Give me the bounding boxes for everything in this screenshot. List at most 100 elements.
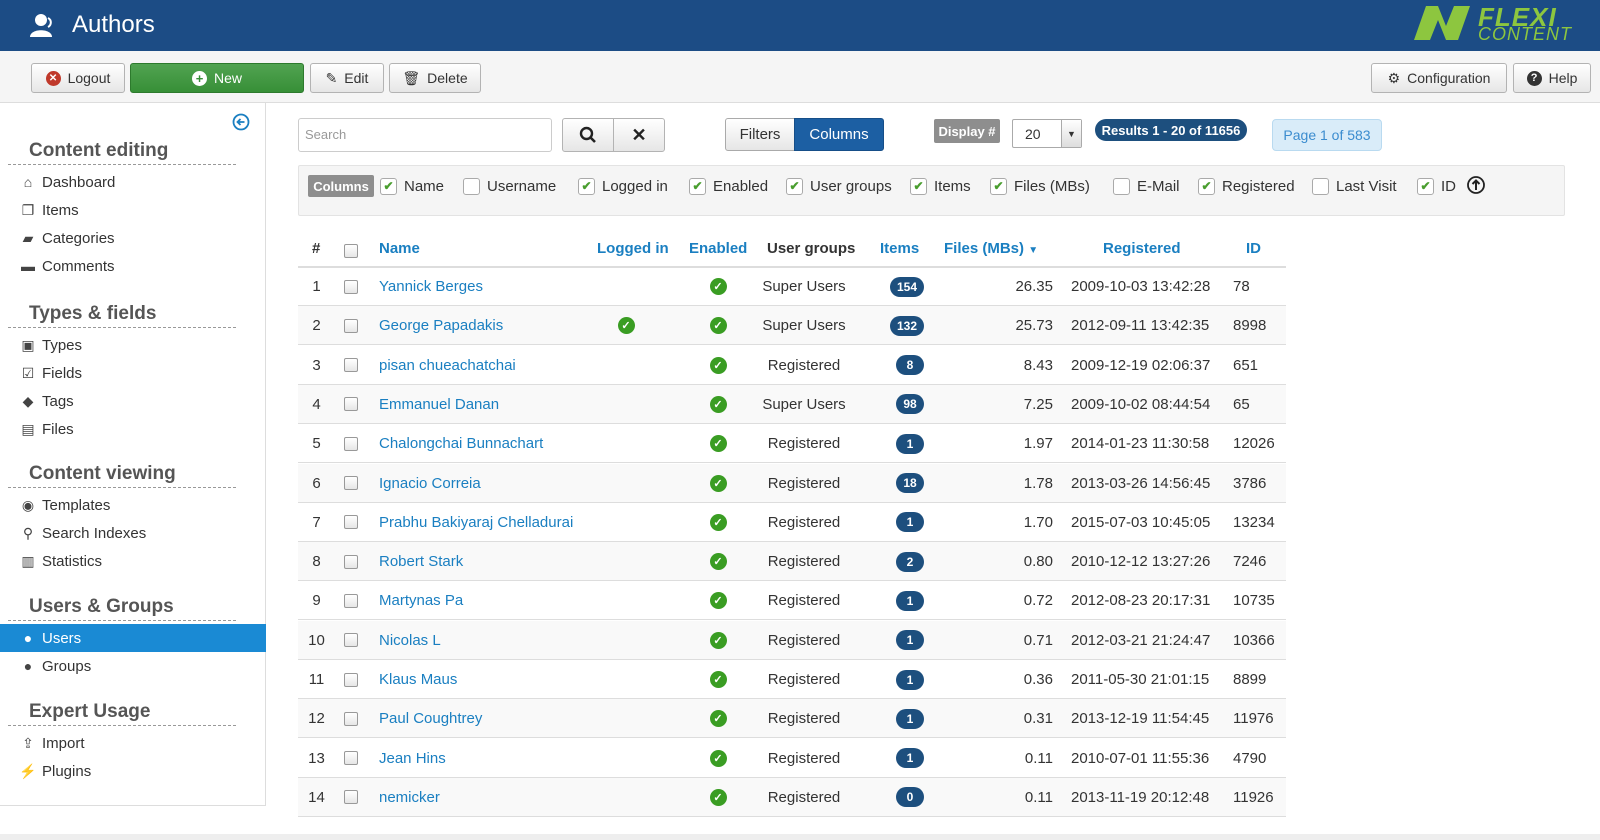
table-row[interactable]: 14 nemicker ✓ Registered 0 0.11 2013-11-… xyxy=(298,777,1286,817)
enabled-cell[interactable]: ✓ xyxy=(698,542,738,581)
table-row[interactable]: 6 Ignacio Correia ✓ Registered 18 1.78 2… xyxy=(298,463,1286,503)
search-button[interactable] xyxy=(562,118,614,152)
items-count-badge[interactable]: 8 xyxy=(896,355,924,376)
sidebar-item-users[interactable]: ● Users xyxy=(0,624,266,652)
table-row[interactable]: 2 George Papadakis ✓ ✓ Super Users 132 2… xyxy=(298,306,1286,346)
delete-button[interactable]: 🗑 Delete xyxy=(389,63,481,93)
column-toggle-files-mbs-[interactable]: ✔ Files (MBs) xyxy=(990,175,1090,197)
enabled-cell[interactable]: ✓ xyxy=(698,503,738,542)
table-row[interactable]: 4 Emmanuel Danan ✓ Super Users 98 7.25 2… xyxy=(298,384,1286,424)
col-header-items[interactable]: Items xyxy=(880,240,919,257)
display-count-select[interactable]: 20 ▼ xyxy=(1012,119,1082,148)
column-toggle-user-groups[interactable]: ✔ User groups xyxy=(786,175,892,197)
items-count-cell[interactable]: 98 xyxy=(858,385,924,424)
row-checkbox-cell[interactable] xyxy=(344,581,358,620)
row-checkbox-cell[interactable] xyxy=(344,306,358,345)
sidebar-item-tags[interactable]: ◆ Tags xyxy=(0,387,266,415)
table-row[interactable]: 5 Chalongchai Bunnachart ✓ Registered 1 … xyxy=(298,424,1286,464)
items-count-badge[interactable]: 154 xyxy=(889,276,924,297)
filters-toggle[interactable]: Filters xyxy=(725,118,795,151)
row-checkbox[interactable] xyxy=(344,672,358,687)
author-name-link[interactable]: George Papadakis xyxy=(379,306,503,345)
row-checkbox[interactable] xyxy=(344,633,358,648)
sidebar-item-comments[interactable]: ▬ Comments xyxy=(0,252,266,280)
author-name-link[interactable]: Prabhu Bakiyaraj Chelladurai xyxy=(379,503,573,542)
items-count-cell[interactable]: 1 xyxy=(858,424,924,463)
help-button[interactable]: ? Help xyxy=(1513,63,1591,93)
items-count-cell[interactable]: 8 xyxy=(858,346,924,385)
row-checkbox[interactable] xyxy=(344,593,358,608)
checkbox[interactable]: ✔ xyxy=(990,177,1007,195)
items-count-cell[interactable]: 132 xyxy=(858,306,924,345)
table-row[interactable]: 13 Jean Hins ✓ Registered 1 0.11 2010-07… xyxy=(298,739,1286,778)
items-count-badge[interactable]: 1 xyxy=(896,669,924,690)
row-checkbox-cell[interactable] xyxy=(344,699,358,738)
enabled-cell[interactable]: ✓ xyxy=(698,621,738,660)
checkbox[interactable] xyxy=(463,177,480,195)
row-checkbox-cell[interactable] xyxy=(344,346,358,385)
sidebar-item-items[interactable]: ❐ Items xyxy=(0,196,266,224)
row-checkbox-cell[interactable] xyxy=(344,739,358,778)
row-checkbox-cell[interactable] xyxy=(344,385,358,424)
sidebar-item-fields[interactable]: ☑ Fields xyxy=(0,359,266,387)
items-count-cell[interactable]: 2 xyxy=(858,542,924,581)
checkbox[interactable]: ✔ xyxy=(380,177,397,195)
items-count-badge[interactable]: 1 xyxy=(896,748,924,769)
items-count-cell[interactable]: 1 xyxy=(858,621,924,660)
column-toggle-e-mail[interactable]: E-Mail xyxy=(1113,175,1180,197)
row-checkbox[interactable] xyxy=(344,515,358,530)
select-all-checkbox[interactable] xyxy=(344,244,358,258)
col-header-id[interactable]: ID xyxy=(1246,240,1261,257)
author-name-link[interactable]: nemicker xyxy=(379,778,440,817)
col-header-logged-in[interactable]: Logged in xyxy=(597,240,669,257)
items-count-badge[interactable]: 132 xyxy=(889,315,924,336)
checkbox[interactable]: ✔ xyxy=(578,177,595,195)
checkbox[interactable] xyxy=(1113,177,1130,195)
sidebar-item-statistics[interactable]: ▥ Statistics xyxy=(0,547,266,575)
items-count-badge[interactable]: 18 xyxy=(896,473,924,493)
arrow-up-circle-icon[interactable] xyxy=(1466,175,1486,195)
checkbox[interactable]: ✔ xyxy=(910,177,927,195)
checkbox[interactable]: ✔ xyxy=(1417,177,1434,195)
row-checkbox-cell[interactable] xyxy=(344,503,358,542)
row-checkbox-cell[interactable] xyxy=(344,267,358,306)
sidebar-item-dashboard[interactable]: ⌂ Dashboard xyxy=(0,168,266,196)
sidebar-item-categories[interactable]: ▰ Categories xyxy=(0,224,266,252)
column-toggle-items[interactable]: ✔ Items xyxy=(910,175,971,197)
column-toggle-logged-in[interactable]: ✔ Logged in xyxy=(578,175,668,197)
items-count-badge[interactable]: 1 xyxy=(896,512,924,533)
row-checkbox-cell[interactable] xyxy=(344,542,358,581)
col-header-registered[interactable]: Registered xyxy=(1103,240,1181,257)
items-count-cell[interactable]: 1 xyxy=(858,503,924,542)
enabled-cell[interactable]: ✓ xyxy=(698,346,738,385)
table-row[interactable]: 7 Prabhu Bakiyaraj Chelladurai ✓ Registe… xyxy=(298,503,1286,542)
row-checkbox-cell[interactable] xyxy=(344,424,358,463)
items-count-cell[interactable]: 18 xyxy=(858,464,924,503)
author-name-link[interactable]: Ignacio Correia xyxy=(379,464,481,503)
logout-button[interactable]: ✕ Logout xyxy=(31,63,125,93)
author-name-link[interactable]: Paul Coughtrey xyxy=(379,699,482,738)
enabled-cell[interactable]: ✓ xyxy=(698,739,738,778)
items-count-badge[interactable]: 1 xyxy=(896,590,924,611)
sidebar-item-files[interactable]: ▤ Files xyxy=(0,415,266,443)
row-checkbox-cell[interactable] xyxy=(344,660,358,699)
row-checkbox[interactable] xyxy=(344,751,358,766)
table-row[interactable]: 8 Robert Stark ✓ Registered 2 0.80 2010-… xyxy=(298,542,1286,582)
row-checkbox-cell[interactable] xyxy=(344,621,358,660)
collapse-sidebar-icon[interactable] xyxy=(232,113,250,131)
column-toggle-id[interactable]: ✔ ID xyxy=(1417,175,1456,197)
row-checkbox[interactable] xyxy=(344,476,358,490)
enabled-cell[interactable]: ✓ xyxy=(698,424,738,463)
column-toggle-name[interactable]: ✔ Name xyxy=(380,175,444,197)
sidebar-item-search-indexes[interactable]: ⚲ Search Indexes xyxy=(0,519,266,547)
edit-button[interactable]: ✎ Edit xyxy=(310,63,384,93)
checkbox[interactable]: ✔ xyxy=(689,177,706,195)
enabled-cell[interactable]: ✓ xyxy=(698,778,738,817)
items-count-badge[interactable]: 1 xyxy=(896,708,924,729)
sidebar-item-plugins[interactable]: ⚡ Plugins xyxy=(0,757,266,785)
checkbox[interactable]: ✔ xyxy=(1198,177,1215,195)
sidebar-item-types[interactable]: ▣ Types xyxy=(0,331,266,359)
new-button[interactable]: + New xyxy=(130,63,304,93)
author-name-link[interactable]: Chalongchai Bunnachart xyxy=(379,424,543,463)
author-name-link[interactable]: Yannick Berges xyxy=(379,267,483,306)
